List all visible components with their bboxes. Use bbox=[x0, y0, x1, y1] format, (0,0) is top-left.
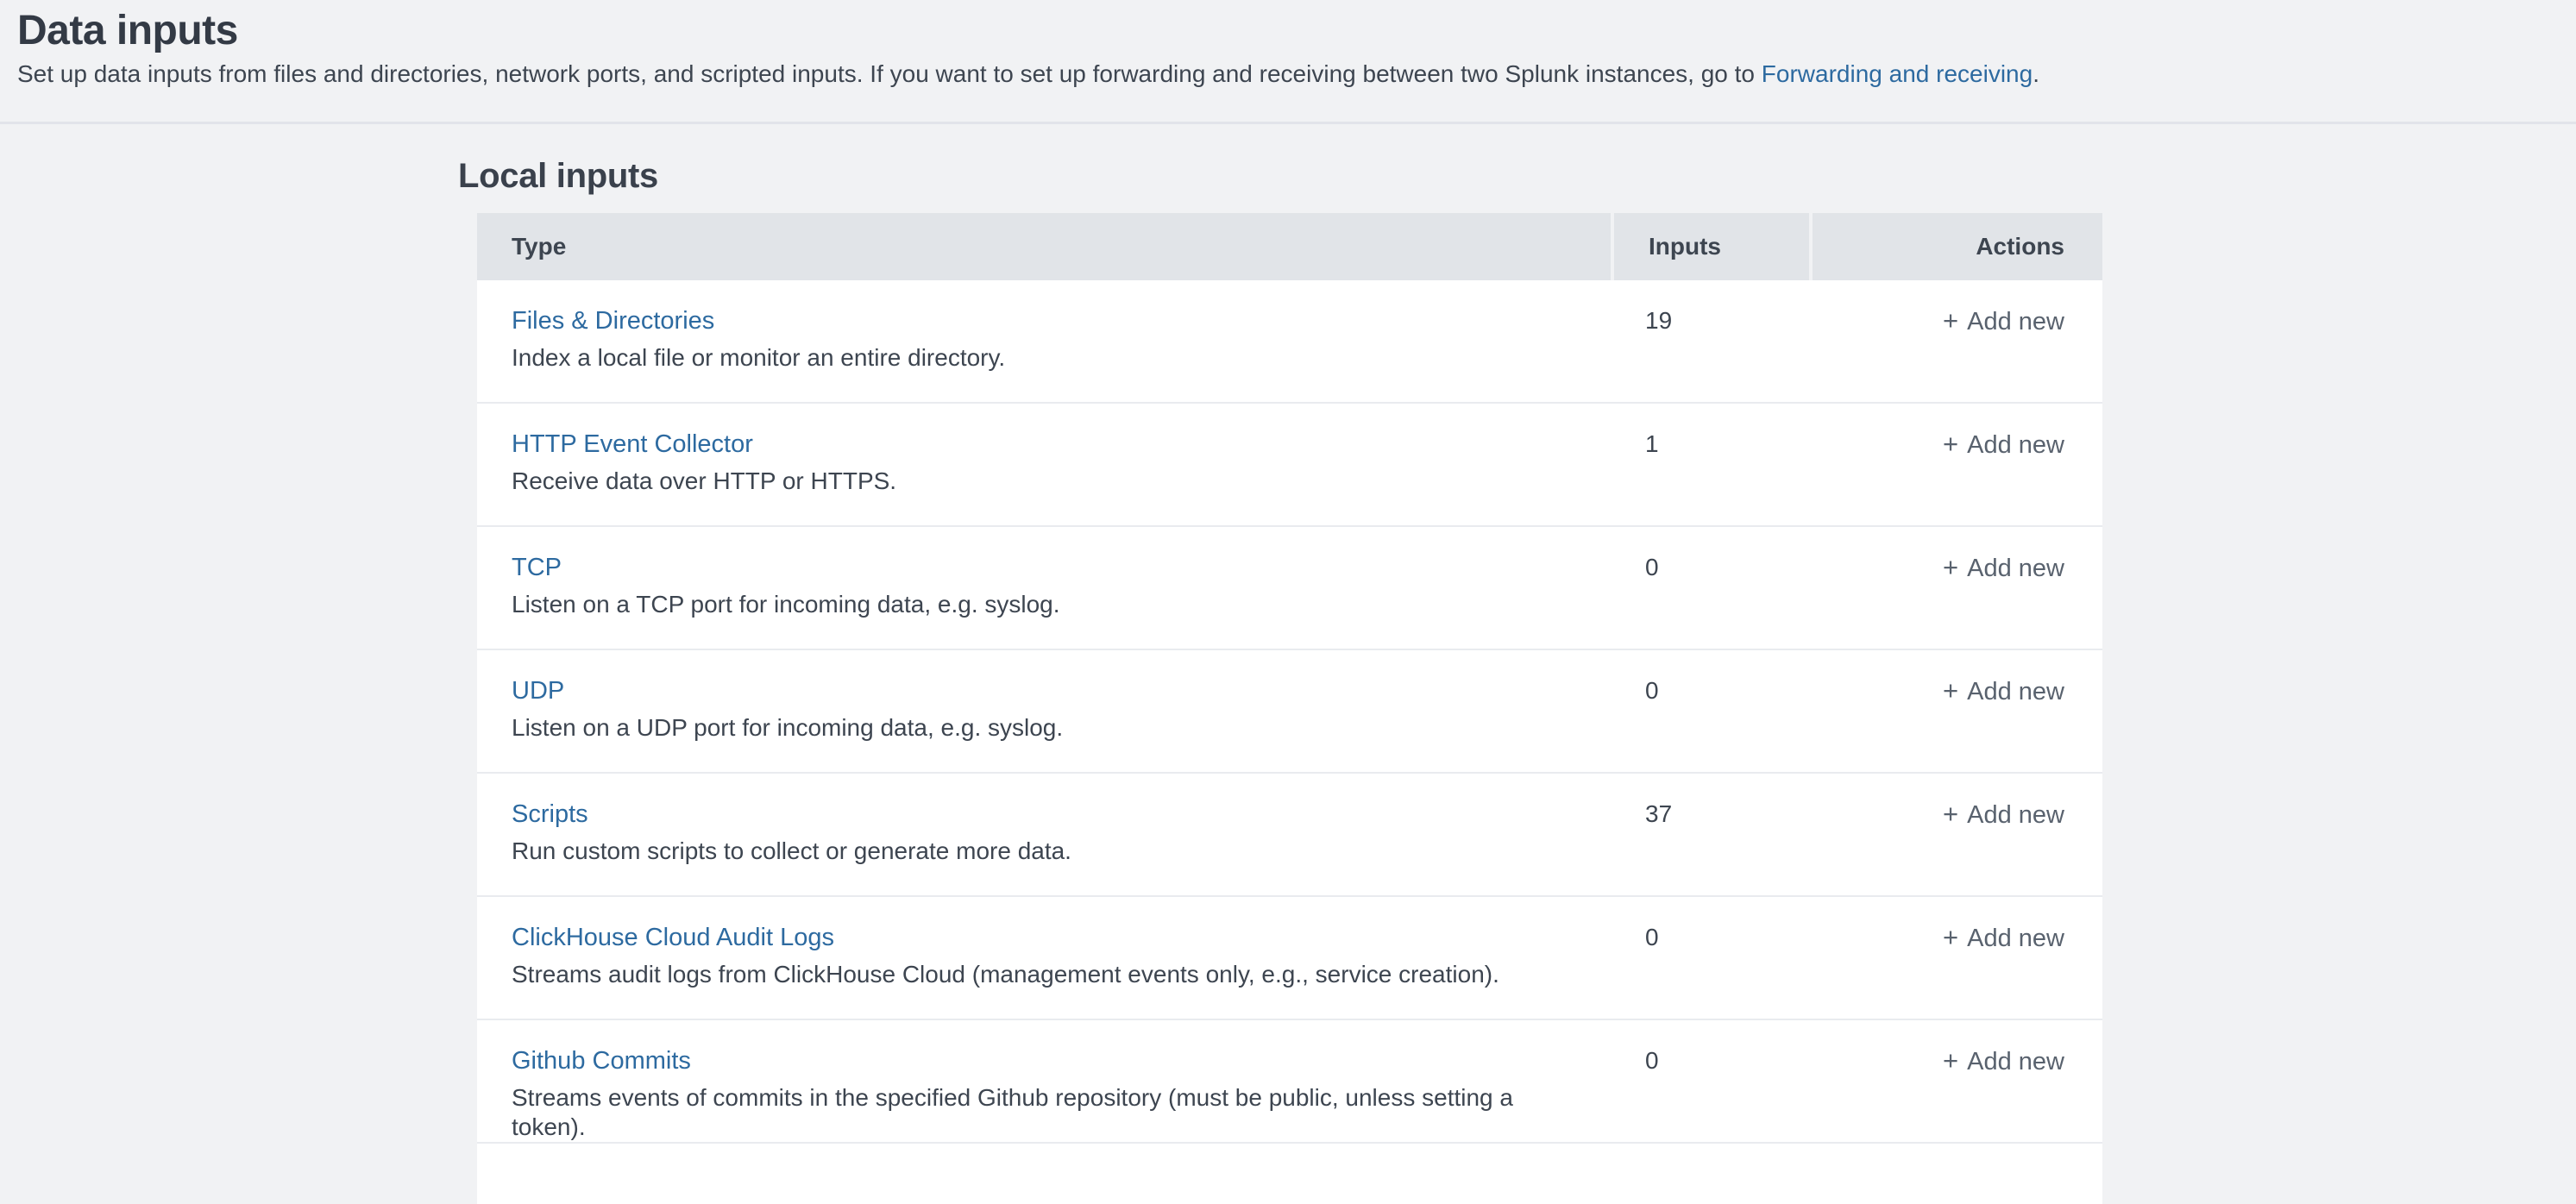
column-header-actions: Actions bbox=[1809, 213, 2102, 280]
page-subtitle: Set up data inputs from files and direct… bbox=[17, 60, 2559, 89]
input-type-description: Streams events of commits in the specifi… bbox=[512, 1083, 1585, 1142]
input-type-link[interactable]: Github Commits bbox=[512, 1046, 691, 1075]
input-type-link[interactable]: Scripts bbox=[512, 800, 588, 829]
local-inputs-table: Type Inputs Actions Files & Directories … bbox=[477, 213, 2102, 1204]
add-new-link[interactable]: + Add new bbox=[1943, 925, 2064, 952]
type-cell: ClickHouse Cloud Audit Logs Streams audi… bbox=[477, 897, 1611, 1019]
plus-icon: + bbox=[1943, 430, 1958, 459]
input-type-description: Receive data over HTTP or HTTPS. bbox=[512, 467, 1585, 496]
add-new-label: Add new bbox=[1967, 801, 2064, 829]
type-cell: Scripts Run custom scripts to collect or… bbox=[477, 774, 1611, 895]
add-new-link[interactable]: + Add new bbox=[1943, 1048, 2064, 1075]
column-header-inputs: Inputs bbox=[1611, 213, 1809, 280]
input-type-link[interactable]: ClickHouse Cloud Audit Logs bbox=[512, 923, 834, 952]
table-next-row-partial bbox=[477, 1144, 2102, 1204]
inputs-count: 0 bbox=[1611, 1020, 1809, 1142]
add-new-label: Add new bbox=[1967, 431, 2064, 459]
page-subtitle-period: . bbox=[2033, 60, 2039, 87]
add-new-link[interactable]: + Add new bbox=[1943, 308, 2064, 335]
input-type-description: Listen on a TCP port for incoming data, … bbox=[512, 590, 1585, 619]
inputs-count: 0 bbox=[1611, 650, 1809, 772]
table-row: HTTP Event Collector Receive data over H… bbox=[477, 404, 2102, 527]
local-inputs-heading: Local inputs bbox=[458, 156, 2576, 196]
add-new-link[interactable]: + Add new bbox=[1943, 801, 2064, 829]
inputs-count: 0 bbox=[1611, 897, 1809, 1019]
inputs-count: 1 bbox=[1611, 404, 1809, 525]
add-new-link[interactable]: + Add new bbox=[1943, 555, 2064, 582]
forwarding-and-receiving-link[interactable]: Forwarding and receiving bbox=[1762, 60, 2033, 87]
type-cell: Github Commits Streams events of commits… bbox=[477, 1020, 1611, 1142]
inputs-count: 37 bbox=[1611, 774, 1809, 895]
input-type-link[interactable]: TCP bbox=[512, 553, 562, 582]
input-type-link[interactable]: Files & Directories bbox=[512, 306, 714, 335]
plus-icon: + bbox=[1943, 1046, 1958, 1075]
input-type-description: Streams audit logs from ClickHouse Cloud… bbox=[512, 960, 1585, 989]
type-cell: UDP Listen on a UDP port for incoming da… bbox=[477, 650, 1611, 772]
type-cell: HTTP Event Collector Receive data over H… bbox=[477, 404, 1611, 525]
table-row: Scripts Run custom scripts to collect or… bbox=[477, 774, 2102, 897]
add-new-link[interactable]: + Add new bbox=[1943, 678, 2064, 705]
add-new-label: Add new bbox=[1967, 555, 2064, 582]
page-title: Data inputs bbox=[17, 7, 2559, 55]
plus-icon: + bbox=[1943, 306, 1958, 335]
add-new-label: Add new bbox=[1967, 925, 2064, 952]
inputs-count: 19 bbox=[1611, 280, 1809, 402]
table-row: TCP Listen on a TCP port for incoming da… bbox=[477, 527, 2102, 650]
type-cell: Files & Directories Index a local file o… bbox=[477, 280, 1611, 402]
input-type-link[interactable]: HTTP Event Collector bbox=[512, 430, 753, 459]
plus-icon: + bbox=[1943, 800, 1958, 829]
add-new-link[interactable]: + Add new bbox=[1943, 431, 2064, 459]
table-row: Files & Directories Index a local file o… bbox=[477, 280, 2102, 404]
input-type-link[interactable]: UDP bbox=[512, 676, 564, 705]
page-content: Local inputs Type Inputs Actions Files &… bbox=[0, 124, 2576, 1204]
plus-icon: + bbox=[1943, 923, 1958, 952]
input-type-description: Run custom scripts to collect or generat… bbox=[512, 837, 1585, 866]
actions-cell: + Add new bbox=[1809, 897, 2102, 1019]
table-row: ClickHouse Cloud Audit Logs Streams audi… bbox=[477, 897, 2102, 1020]
add-new-label: Add new bbox=[1967, 1048, 2064, 1075]
table-row: UDP Listen on a UDP port for incoming da… bbox=[477, 650, 2102, 774]
actions-cell: + Add new bbox=[1809, 404, 2102, 525]
actions-cell: + Add new bbox=[1809, 774, 2102, 895]
page-header: Data inputs Set up data inputs from file… bbox=[0, 0, 2576, 124]
plus-icon: + bbox=[1943, 553, 1958, 582]
actions-cell: + Add new bbox=[1809, 527, 2102, 649]
table-body: Files & Directories Index a local file o… bbox=[477, 280, 2102, 1144]
actions-cell: + Add new bbox=[1809, 650, 2102, 772]
inputs-count: 0 bbox=[1611, 527, 1809, 649]
page-subtitle-text: Set up data inputs from files and direct… bbox=[17, 60, 1762, 87]
add-new-label: Add new bbox=[1967, 678, 2064, 705]
input-type-description: Index a local file or monitor an entire … bbox=[512, 343, 1585, 373]
add-new-label: Add new bbox=[1967, 308, 2064, 335]
plus-icon: + bbox=[1943, 676, 1958, 705]
actions-cell: + Add new bbox=[1809, 1020, 2102, 1142]
input-type-description: Listen on a UDP port for incoming data, … bbox=[512, 713, 1585, 743]
type-cell: TCP Listen on a TCP port for incoming da… bbox=[477, 527, 1611, 649]
table-row: Github Commits Streams events of commits… bbox=[477, 1020, 2102, 1144]
actions-cell: + Add new bbox=[1809, 280, 2102, 402]
table-header-row: Type Inputs Actions bbox=[477, 213, 2102, 280]
column-header-type: Type bbox=[477, 213, 1611, 280]
